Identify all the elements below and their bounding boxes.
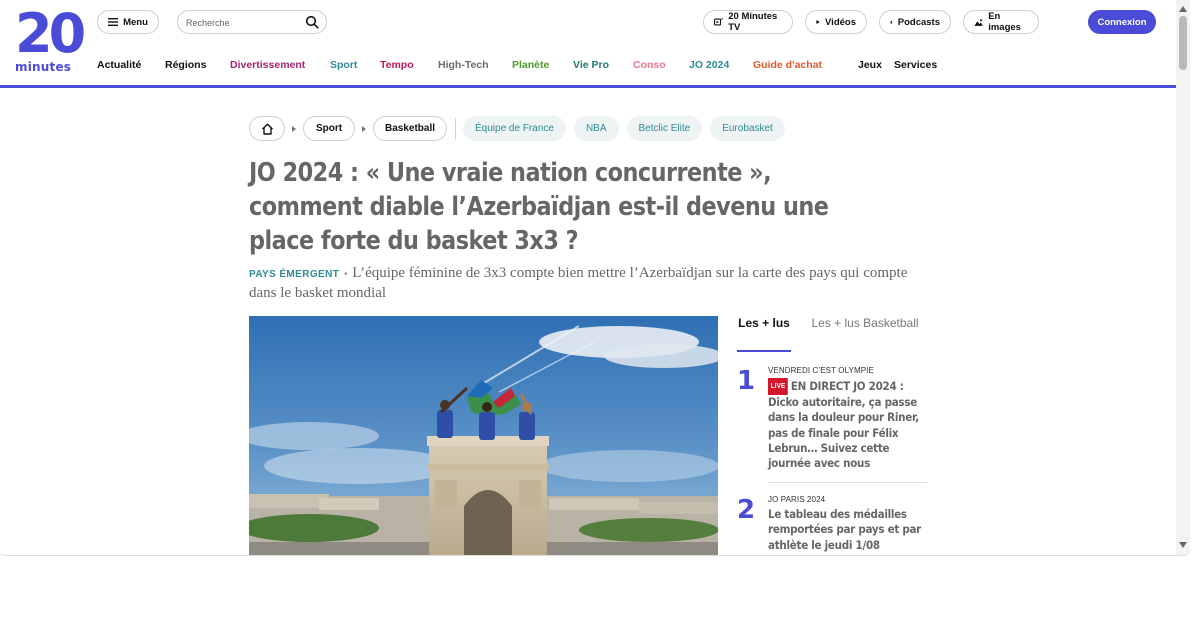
article-lead: PAYS ÉMERGENT • L’équipe féminine de 3x3… [249,264,929,303]
scroll-down-icon[interactable] [1179,542,1187,548]
scrollbar-thumb[interactable] [1179,16,1187,70]
breadcrumb-divider [455,117,456,140]
header-rule [0,85,1176,88]
item-divider [768,482,927,484]
search-input[interactable] [186,15,304,30]
nav-item-actualit[interactable]: Actualité [97,59,165,73]
play-icon [816,19,820,25]
images-button[interactable]: En images [963,10,1039,34]
vertical-scrollbar[interactable] [1176,0,1190,555]
menu-label: Menu [123,16,148,28]
site-logo[interactable]: 20 minutes [15,2,86,75]
image-icon [974,18,983,26]
article-kicker[interactable]: PAYS ÉMERGENT [249,269,339,280]
arc-de-triomphe-photo [249,316,718,555]
nav-item-jo-2024[interactable]: JO 2024 [689,59,753,73]
logo-word: minutes [15,60,72,74]
tv-label: 20 Minutes TV [728,11,778,33]
nav-item-sport[interactable]: Sport [330,59,380,73]
item-kicker: JO PARIS 2024 [768,495,826,505]
nav-item-divertissement[interactable]: Divertissement [230,59,330,73]
tag-nba[interactable]: NBA [573,116,619,141]
rank-number: 2 [737,495,756,526]
logo-digits: 20 [15,2,86,65]
podcasts-button[interactable]: Podcasts [879,10,951,34]
podcasts-label: Podcasts [897,16,940,28]
microphone-icon [890,20,893,24]
tag-eurobasket[interactable]: Eurobasket [710,116,785,141]
nav-item-vie-pro[interactable]: Vie Pro [573,59,633,73]
most-read-sidebar: Les + lus Les + lus Basketball 1 VENDRED… [737,316,927,553]
nav-item-high-tech[interactable]: High-Tech [438,59,512,73]
chevron-right-icon [285,125,303,132]
nav-item-tempo[interactable]: Tempo [380,59,438,73]
nav-item-guide-d-achat[interactable]: Guide d'achat [753,59,858,73]
site-header: 20 minutes Menu 20 Minutes TV Vidéos Pod… [0,0,1176,88]
chevron-right-icon [355,125,373,132]
browser-viewport: 20 minutes Menu 20 Minutes TV Vidéos Pod… [0,0,1190,556]
search-box[interactable] [177,10,327,34]
nav-item-services[interactable]: Services [894,59,954,73]
most-read-item[interactable]: 2 JO PARIS 2024 Le tableau des médailles… [737,495,925,553]
kicker-separator: • [341,269,351,280]
nav-item-r-gions[interactable]: Régions [165,59,230,73]
login-button[interactable]: Connexion [1088,10,1156,34]
breadcrumb: Sport Basketball Équipe de France NBA Be… [249,116,793,141]
search-icon[interactable] [305,15,319,29]
rank-number: 1 [737,366,756,396]
nav-item-jeux[interactable]: Jeux [858,59,894,73]
tag-equipe-de-france[interactable]: Équipe de France [463,116,566,141]
most-read-item[interactable]: 1 VENDREDI C’EST OLYMPIE LIVE EN DIRECT J… [737,366,925,471]
videos-button[interactable]: Vidéos [805,10,867,34]
images-label: En images [988,11,1021,33]
tv-icon [714,17,724,26]
nav-item-plan-te[interactable]: Planète [512,59,573,73]
tag-betclic-elite[interactable]: Betclic Elite [626,116,703,141]
hamburger-icon [108,18,119,26]
item-title-text: EN DIRECT JO 2024 : Dicko autoritaire, ç… [768,379,919,471]
live-badge: LIVE [768,378,789,396]
breadcrumb-sport[interactable]: Sport [303,116,355,141]
main-nav: Actualité Régions Divertissement Sport Tempo… [97,59,954,73]
tab-most-read-basketball[interactable]: Les + lus Basketball [805,316,925,352]
home-icon [261,123,273,135]
scroll-up-icon[interactable] [1179,6,1187,12]
hero-image[interactable] [249,316,718,555]
item-title: Le tableau des médailles remportées par … [768,507,922,552]
item-title: LIVE EN DIRECT JO 2024 : Dicko autoritair… [768,378,923,471]
article-title: JO 2024 : « Une vraie nation concurrente… [249,158,829,256]
sidebar-tabs: Les + lus Les + lus Basketball [737,316,927,352]
menu-button[interactable]: Menu [97,10,159,34]
breadcrumb-home[interactable] [249,116,285,141]
tv-button[interactable]: 20 Minutes TV [703,10,793,34]
item-kicker: VENDREDI C’EST OLYMPIE [768,366,874,375]
nav-item-conso[interactable]: Conso [633,59,689,73]
tab-most-read[interactable]: Les + lus [737,316,791,352]
breadcrumb-basketball[interactable]: Basketball [373,116,447,141]
videos-label: Vidéos [825,16,856,28]
